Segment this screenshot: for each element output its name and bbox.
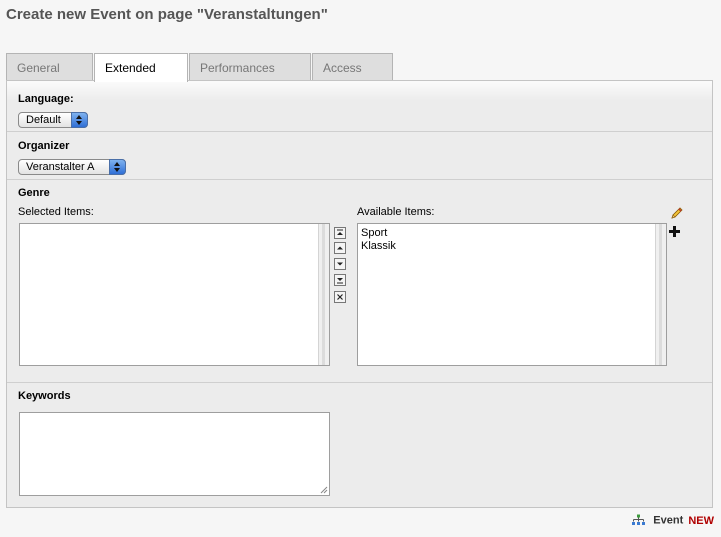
selected-items-label: Selected Items:	[18, 206, 94, 218]
new-badge: NEW	[688, 514, 714, 527]
move-up-button[interactable]	[334, 242, 346, 254]
organizer-value: Veranstalter A	[26, 161, 95, 173]
scrollbar[interactable]	[655, 224, 666, 365]
move-bottom-button[interactable]	[334, 274, 346, 286]
tab-access[interactable]: Access	[312, 53, 393, 80]
organizer-select[interactable]: Veranstalter A	[18, 159, 126, 175]
remove-icon	[337, 294, 343, 300]
keywords-section: Keywords	[7, 383, 712, 507]
tab-general[interactable]: General	[6, 53, 93, 80]
move-down-button[interactable]	[334, 258, 346, 270]
language-select[interactable]: Default	[18, 112, 88, 128]
available-items-label: Available Items:	[357, 206, 435, 218]
available-items-list[interactable]: Sport Klassik	[357, 223, 667, 366]
record-footer: Event NEW	[631, 514, 714, 527]
list-item[interactable]: Sport	[361, 227, 387, 239]
select-arrows-icon	[109, 159, 126, 175]
language-label: Language:	[18, 93, 74, 105]
keywords-textarea[interactable]	[19, 412, 330, 496]
move-up-icon	[337, 246, 343, 250]
pencil-icon[interactable]	[669, 206, 684, 221]
genre-section: Genre Selected Items: Available Items: S…	[7, 180, 712, 383]
move-top-button[interactable]	[334, 227, 346, 239]
keywords-label: Keywords	[18, 390, 71, 402]
list-item[interactable]: Klassik	[361, 240, 396, 252]
selected-items-list[interactable]	[19, 223, 330, 366]
move-bottom-icon	[337, 278, 343, 284]
language-section: Language: Default	[7, 81, 712, 132]
tree-icon	[632, 514, 646, 525]
plus-icon[interactable]	[668, 225, 681, 238]
genre-label: Genre	[18, 187, 50, 199]
remove-button[interactable]	[334, 291, 346, 303]
record-type: Event	[653, 514, 684, 527]
organizer-section: Organizer Veranstalter A	[7, 132, 712, 180]
scrollbar[interactable]	[318, 224, 329, 365]
resize-grip-icon[interactable]	[320, 486, 328, 494]
tab-extended[interactable]: Extended	[94, 53, 188, 82]
move-top-icon	[337, 229, 343, 235]
select-arrows-icon	[71, 112, 88, 128]
organizer-label: Organizer	[18, 140, 70, 152]
tab-performances[interactable]: Performances	[189, 53, 311, 80]
move-down-icon	[337, 262, 343, 266]
language-value: Default	[26, 114, 61, 126]
form-panel: Language: Default Organizer Veranstalter…	[6, 80, 713, 508]
page-title: Create new Event on page "Veranstaltunge…	[6, 6, 328, 23]
